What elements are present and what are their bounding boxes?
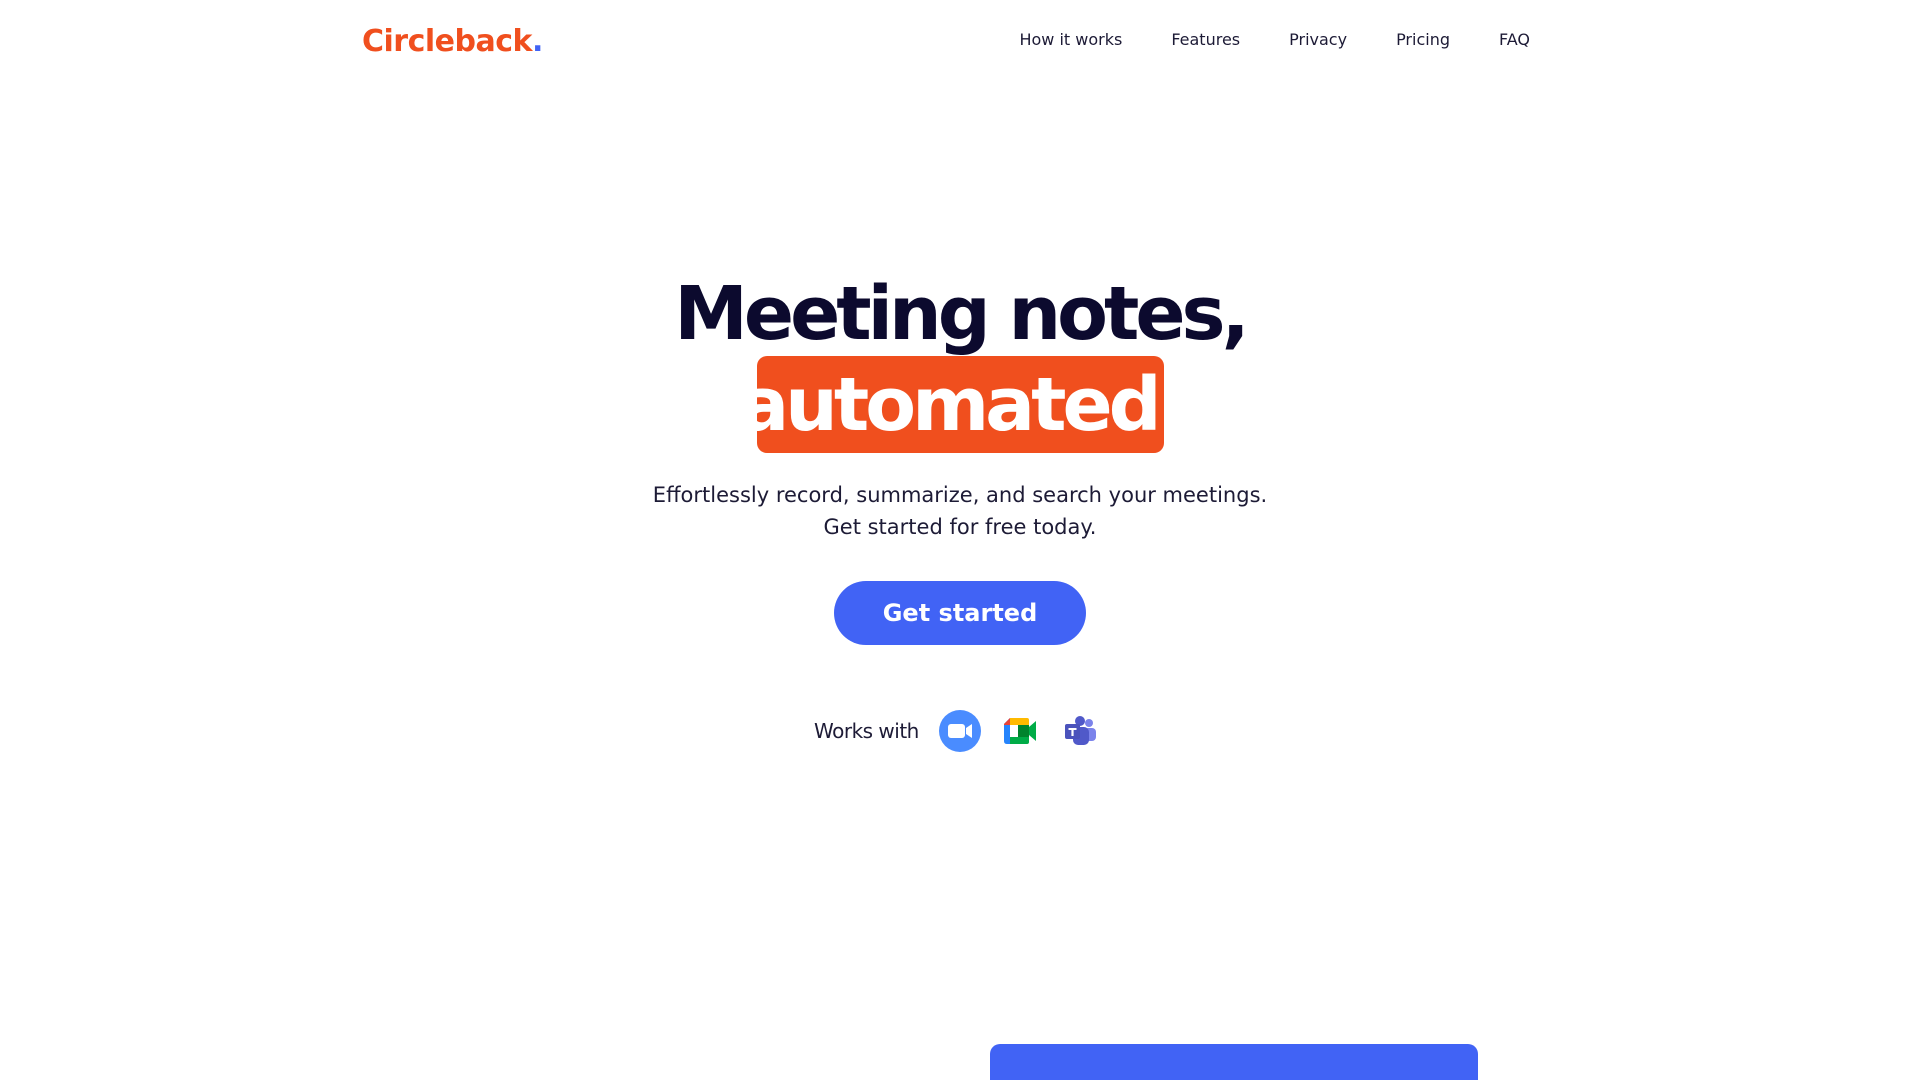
- nav-features[interactable]: Features: [1171, 28, 1240, 52]
- hero-subtitle-line1: Effortlessly record, summarize, and sear…: [652, 483, 1268, 507]
- brand-name: Circleback: [362, 24, 532, 59]
- main-nav: How it works Features Privacy Pricing FA…: [1019, 28, 1530, 52]
- hero-subtitle: Effortlessly record, summarize, and sear…: [0, 479, 1920, 543]
- get-started-button[interactable]: Get started: [834, 581, 1086, 645]
- brand-logo[interactable]: Circleback.: [362, 22, 543, 62]
- hero-title-line1: Meeting notes,: [674, 271, 1249, 357]
- nav-faq[interactable]: FAQ: [1499, 28, 1530, 52]
- microsoft-teams-icon: [1059, 710, 1101, 752]
- hero-subtitle-line2: Get started for free today.: [823, 515, 1097, 539]
- hero-title: Meeting notes,: [0, 266, 1920, 362]
- works-with-label: Works with: [814, 719, 919, 743]
- nav-pricing[interactable]: Pricing: [1396, 28, 1450, 52]
- hero-highlight: automated.: [739, 356, 1186, 453]
- hero-title-line2: automated.: [739, 361, 1186, 448]
- page: Circleback. How it works Features Privac…: [0, 0, 1920, 1080]
- nav-how-it-works[interactable]: How it works: [1019, 28, 1122, 52]
- zoom-icon: [938, 710, 981, 752]
- google-meet-icon: [999, 710, 1041, 752]
- brand-dot: .: [531, 24, 543, 59]
- product-preview-card: [990, 1044, 1478, 1080]
- nav-privacy[interactable]: Privacy: [1289, 28, 1347, 52]
- works-with: Works with: [814, 710, 1119, 752]
